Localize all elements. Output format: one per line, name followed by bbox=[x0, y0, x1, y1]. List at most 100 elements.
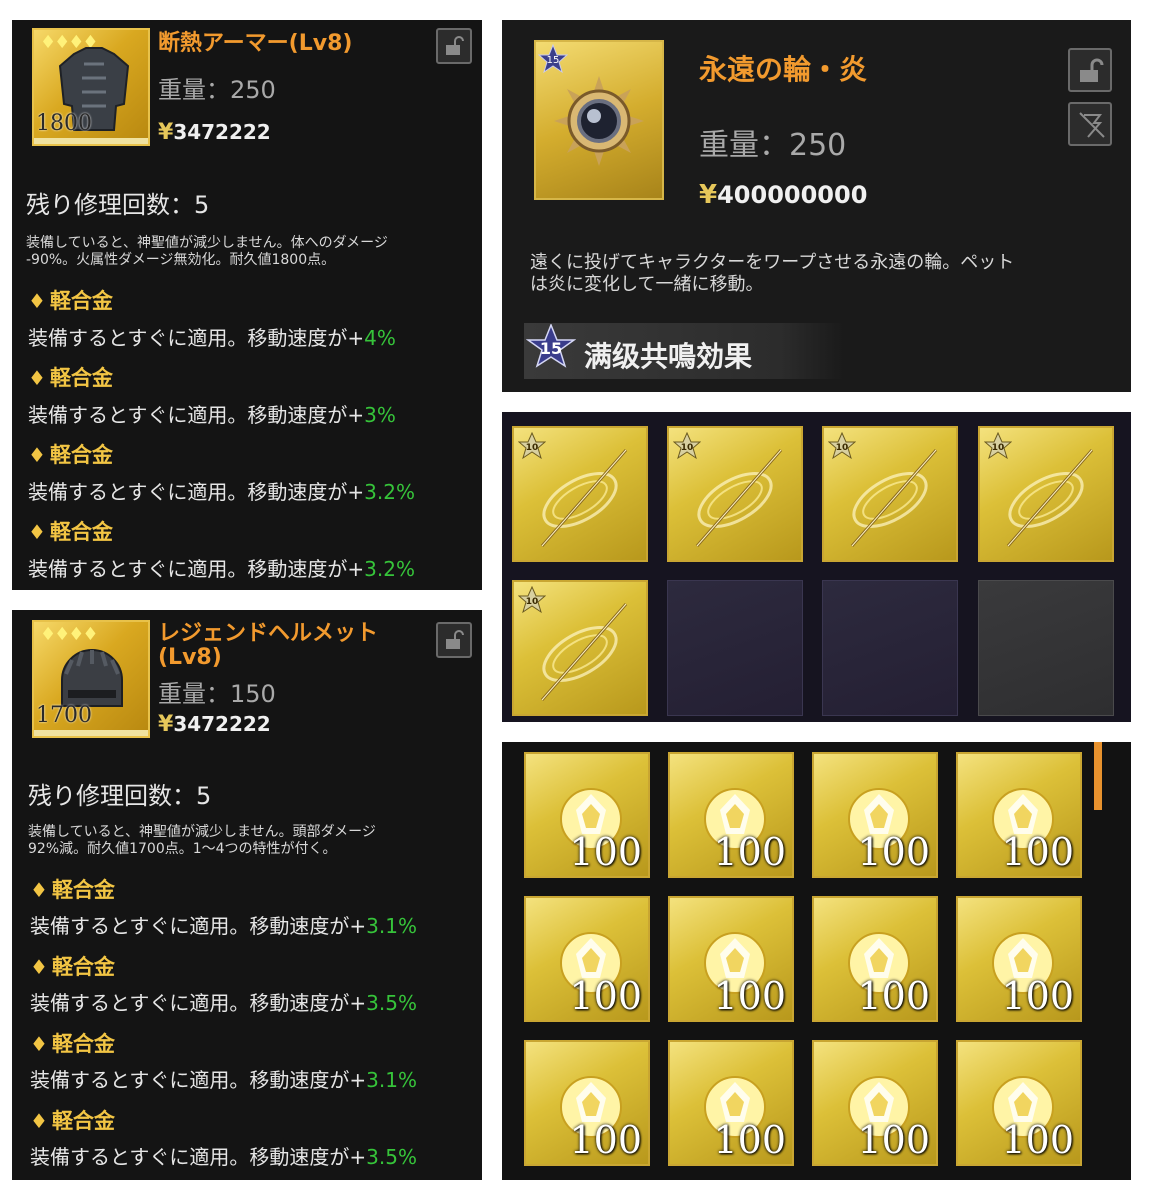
helmet-tooltip-panel: ♦♦♦♦ 1700 レジェンドヘルメット (Lv8) 重量：150 ¥347222… bbox=[12, 610, 482, 1180]
wand-icon bbox=[695, 449, 783, 547]
wand-slot[interactable]: 10 bbox=[512, 580, 648, 716]
lock-icon[interactable] bbox=[1068, 48, 1112, 92]
durability-bar bbox=[34, 730, 148, 736]
crystal-slot[interactable]: 100 bbox=[956, 752, 1082, 878]
crystal-slot[interactable]: 100 bbox=[668, 752, 794, 878]
wand-icon bbox=[1006, 449, 1094, 547]
durability-number: 1700 bbox=[36, 703, 92, 728]
crystal-slot[interactable]: 100 bbox=[524, 752, 650, 878]
helmet-weight: 重量：150 bbox=[158, 680, 276, 708]
crystal-slot[interactable]: 100 bbox=[668, 1040, 794, 1166]
empty-slot[interactable] bbox=[822, 580, 958, 716]
lock-icon[interactable] bbox=[436, 28, 472, 64]
wand-icon bbox=[850, 449, 938, 547]
wand-inventory-grid: 10 10 10 10 10 bbox=[502, 412, 1131, 722]
diamond-icon: ♦ bbox=[28, 443, 46, 467]
armor-weight: 重量：250 bbox=[158, 76, 276, 104]
diamond-icon: ♦ bbox=[28, 366, 46, 390]
helmet-description-2: 92%減。耐久値1700点。1〜4つの特性が付く。 bbox=[28, 841, 337, 857]
diamond-icon: ♦ bbox=[30, 878, 48, 902]
durability-bar bbox=[34, 138, 148, 144]
sun-wheel-icon bbox=[554, 76, 644, 166]
wand-slot[interactable]: 10 bbox=[667, 426, 803, 562]
wheel-title: 永遠の輪・炎 bbox=[699, 53, 868, 86]
wheel-weight: 重量：250 bbox=[699, 128, 847, 163]
crystal-slot[interactable]: 100 bbox=[668, 896, 794, 1022]
stack-count: 100 bbox=[1001, 1118, 1074, 1162]
wand-slot[interactable]: 10 bbox=[822, 426, 958, 562]
diamond-icon: ♦ bbox=[30, 1032, 48, 1056]
stack-count: 100 bbox=[713, 1118, 786, 1162]
stack-count: 100 bbox=[569, 974, 642, 1018]
svg-text:15: 15 bbox=[540, 339, 562, 358]
attribute-line: 装備するとすぐに適用。移動速度が+3.2% bbox=[28, 557, 415, 581]
stack-count: 100 bbox=[857, 1118, 930, 1162]
stack-count: 100 bbox=[713, 974, 786, 1018]
crystal-slot[interactable]: 100 bbox=[956, 1040, 1082, 1166]
attribute-line: 装備するとすぐに適用。移動速度が+3.1% bbox=[30, 914, 417, 938]
wand-icon bbox=[540, 449, 628, 547]
wheel-price: ¥400000000 bbox=[699, 180, 868, 210]
empty-slot[interactable] bbox=[978, 580, 1114, 716]
stack-count: 100 bbox=[857, 830, 930, 874]
wheel-thumbnail[interactable]: 15 bbox=[534, 40, 664, 200]
crystal-slot[interactable]: 100 bbox=[524, 896, 650, 1022]
star-badge-icon: 15 bbox=[538, 44, 568, 74]
wand-slot[interactable]: 10 bbox=[512, 426, 648, 562]
durability-number: 1800 bbox=[36, 111, 92, 136]
armor-description-1: 装備していると、神聖値が減少しません。体へのダメージ bbox=[26, 235, 388, 251]
stack-count: 100 bbox=[713, 830, 786, 874]
wheel-tooltip-panel: 15 永遠の輪・炎 重量：250 ¥400000000 遠くに投げてキャラクター… bbox=[502, 20, 1131, 392]
attribute-line: 装備するとすぐに適用。移動速度が+3.5% bbox=[30, 1145, 417, 1169]
attribute-name: ♦ 軽合金 bbox=[30, 1109, 115, 1133]
crystal-slot[interactable]: 100 bbox=[812, 752, 938, 878]
helmet-thumbnail[interactable]: ♦♦♦♦ 1700 bbox=[32, 620, 150, 738]
diamond-icon: ♦ bbox=[30, 955, 48, 979]
crystal-slot[interactable]: 100 bbox=[812, 896, 938, 1022]
attribute-name: ♦ 軽合金 bbox=[28, 520, 113, 544]
attribute-line: 装備するとすぐに適用。移動速度が+3.5% bbox=[30, 991, 417, 1015]
helmet-title: レジェンドヘルメット (Lv8) bbox=[158, 621, 379, 670]
resonance-title: 满级共鳴効果 bbox=[584, 340, 753, 373]
empty-slot[interactable] bbox=[667, 580, 803, 716]
stack-count: 100 bbox=[1001, 974, 1074, 1018]
repair-count: 残り修理回数：5 bbox=[26, 191, 210, 219]
stack-count: 100 bbox=[569, 830, 642, 874]
attribute-line: 装備するとすぐに適用。移動速度が+3.1% bbox=[30, 1068, 417, 1092]
repair-count: 残り修理回数：5 bbox=[28, 782, 212, 810]
armor-title: 断熱アーマー(Lv8) bbox=[158, 31, 353, 56]
diamond-icon: ♦ bbox=[28, 520, 46, 544]
armor-description-2: -90%。火属性ダメージ無効化。耐久値1800点。 bbox=[26, 252, 336, 268]
crystal-inventory-grid: 100 100 100 100 100 100 100 100 100 100 100 100 bbox=[502, 742, 1131, 1180]
attribute-name: ♦ 軽合金 bbox=[28, 289, 113, 313]
attribute-name: ♦ 軽合金 bbox=[28, 443, 113, 467]
armor-tooltip-panel: ♦♦♦♦ 1800 断熱アーマー(Lv8) 重量：250 ¥3472222 残り… bbox=[12, 20, 482, 590]
stack-count: 100 bbox=[857, 974, 930, 1018]
helmet-price: ¥3472222 bbox=[158, 712, 271, 737]
armor-thumbnail[interactable]: ♦♦♦♦ 1800 bbox=[32, 28, 150, 146]
diamond-icon: ♦ bbox=[30, 1109, 48, 1133]
crystal-slot[interactable]: 100 bbox=[524, 1040, 650, 1166]
attribute-line: 装備するとすぐに適用。移動速度が+4% bbox=[28, 326, 396, 350]
wand-icon bbox=[540, 603, 628, 701]
helmet-description-1: 装備していると、神聖値が減少しません。頭部ダメージ bbox=[28, 824, 376, 840]
svg-text:15: 15 bbox=[547, 55, 560, 66]
attribute-name: ♦ 軽合金 bbox=[30, 878, 115, 902]
crystal-slot[interactable]: 100 bbox=[812, 1040, 938, 1166]
attribute-line: 装備するとすぐに適用。移動速度が+3% bbox=[28, 403, 396, 427]
wand-slot[interactable]: 10 bbox=[978, 426, 1114, 562]
attribute-line: 装備するとすぐに適用。移動速度が+3.2% bbox=[28, 480, 415, 504]
wheel-description: 遠くに投げてキャラクターをワープさせる永遠の輪。ペット は炎に変化して一緒に移動。 bbox=[530, 252, 1015, 295]
no-flash-icon[interactable] bbox=[1068, 102, 1112, 146]
crystal-slot[interactable]: 100 bbox=[956, 896, 1082, 1022]
attribute-name: ♦ 軽合金 bbox=[28, 366, 113, 390]
armor-price: ¥3472222 bbox=[158, 120, 271, 145]
attribute-name: ♦ 軽合金 bbox=[30, 1032, 115, 1056]
diamond-icon: ♦ bbox=[28, 289, 46, 313]
stack-count: 100 bbox=[1001, 830, 1074, 874]
lock-icon[interactable] bbox=[436, 622, 472, 658]
rarity-diamonds: ♦♦♦♦ bbox=[40, 624, 99, 645]
orange-side-bar bbox=[1094, 742, 1102, 810]
star-badge-icon: 15 bbox=[526, 324, 576, 368]
stack-count: 100 bbox=[569, 1118, 642, 1162]
